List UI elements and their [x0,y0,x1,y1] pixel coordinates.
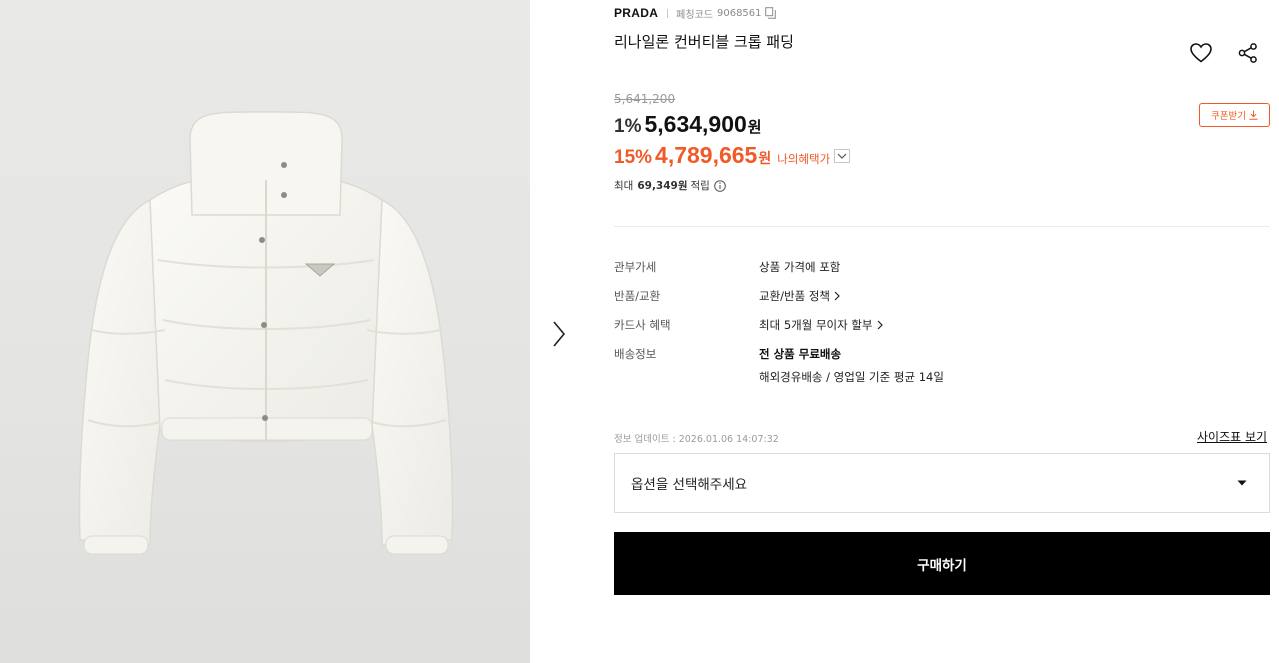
currency-unit: 원 [747,118,762,136]
chevron-right-icon [834,291,840,301]
sale-price: 5,634,900 [644,111,747,137]
heart-icon[interactable] [1189,42,1213,64]
points-row: 최대 69,349원 적립 [614,178,726,193]
detail-value: 전 상품 무료배송 [759,347,842,361]
discount-rate: 1% [614,116,642,137]
info-icon[interactable] [714,179,726,192]
coupon-button[interactable]: 쿠폰받기 [1199,103,1270,127]
chevron-right-icon [553,321,566,347]
detail-value-secondary: 해외경유배송 / 영업일 기준 평균 14일 [759,370,944,384]
detail-value: 상품 가격에 포함 [759,260,841,274]
brand-separator [667,8,669,18]
buy-button[interactable]: 구매하기 [614,532,1270,595]
detail-label: 카드사 혜택 [614,318,671,332]
benefit-price: 4,789,665 [655,142,758,168]
detail-value: 교환/반품 정책 [759,289,831,303]
option-placeholder: 옵션을 선택해주세요 [631,477,748,493]
benefit-rate: 15% [614,147,653,168]
copy-icon[interactable] [764,7,776,19]
points-suffix: 적립 [690,180,710,192]
section-divider [614,226,1270,227]
share-icon[interactable] [1237,42,1259,64]
benefit-toggle[interactable] [834,148,851,163]
product-title: 리나일론 컨버티블 크롭 패딩 [614,33,794,51]
original-price: 5,641,200 [614,92,676,106]
update-info: 정보 업데이트 : 2026.01.06 14:07:32 [614,434,779,445]
detail-label: 반품/교환 [614,289,661,303]
benefit-label: 나의혜택가 [777,152,831,166]
card-benefit-link[interactable]: 최대 5개월 무이자 할부 [759,317,883,333]
download-icon [1249,110,1258,120]
coupon-label: 쿠폰받기 [1211,111,1246,122]
detail-value: 최대 5개월 무이자 할부 [759,318,873,332]
product-code: 9068561 [716,7,762,19]
benefit-price-row: 15% 4,789,665 원 나의혜택가 [614,142,851,169]
return-policy-link[interactable]: 교환/반품 정책 [759,288,840,304]
benefit-currency-unit: 원 [758,151,772,167]
brand-name[interactable]: PRADA [614,6,658,20]
jacket-illustration [78,111,454,555]
brand-row: PRADA 페칭코드 9068561 [614,5,776,21]
chevron-right-icon [877,320,883,330]
next-image-button[interactable] [546,318,572,350]
product-info-panel: PRADA 페칭코드 9068561 리나일론 컨버티블 크롭 패딩 5,641… [614,0,1270,663]
points-prefix: 최대 [614,180,634,192]
sale-price-row: 1% 5,634,900 원 [614,111,762,138]
detail-label: 관부가세 [614,260,657,274]
size-guide-link[interactable]: 사이즈표 보기 [1197,428,1267,445]
product-code-label: 페칭코드 [676,9,713,21]
points-value: 69,349원 [637,180,688,192]
product-image [0,0,530,663]
chevron-down-icon [837,153,847,159]
caret-down-icon [1237,480,1247,486]
detail-label: 배송정보 [614,347,657,361]
option-select[interactable]: 옵션을 선택해주세요 [614,453,1270,513]
